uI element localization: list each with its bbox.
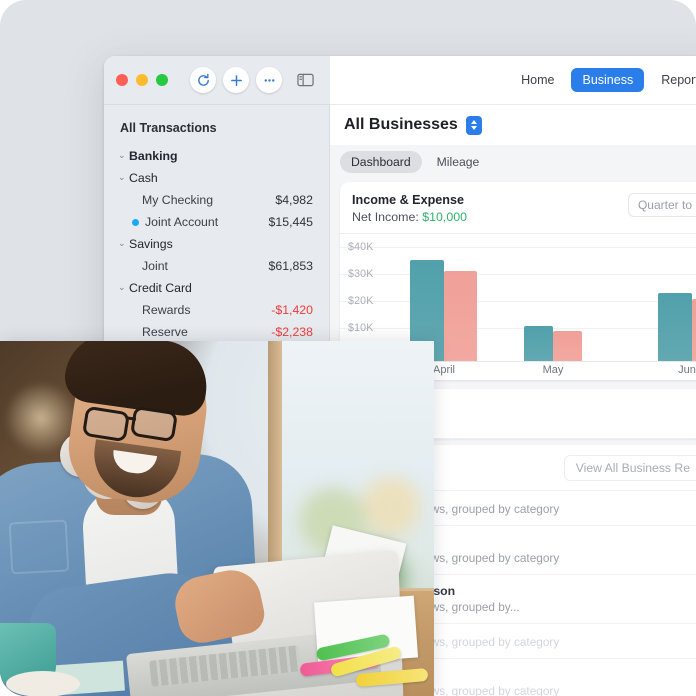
sidebar-item-label: Cash <box>129 171 158 185</box>
screenshot-canvas: Home Business Reports All Transactions ⌄… <box>0 0 696 696</box>
chevron-down-icon: ⌄ <box>118 281 126 292</box>
gridline <box>340 247 696 248</box>
sidebar-item-label: Joint Account <box>145 215 219 229</box>
sidebar-group-credit-card[interactable]: ⌄ Credit Card <box>104 277 329 299</box>
chart-card-header: Income & Expense Net Income: $10,000 Qua… <box>340 182 696 234</box>
bar-expense-june[interactable] <box>692 299 696 362</box>
x-tick-label-june: June <box>678 364 696 376</box>
sidebar-item-my-checking[interactable]: My Checking $4,982 <box>104 189 329 211</box>
chevron-down-icon: ⌄ <box>118 149 126 160</box>
nav-item-business[interactable]: Business <box>571 68 645 92</box>
x-tick-label-may: May <box>542 364 564 376</box>
view-all-business-reports-button[interactable]: View All Business Re <box>563 455 696 481</box>
nav-item-reports[interactable]: Reports <box>650 68 696 92</box>
y-tick-label: $40K <box>348 241 374 253</box>
y-tick-label: $30K <box>348 268 374 280</box>
sidebar-item-amount: $15,445 <box>268 215 313 229</box>
business-selector-label: All Businesses <box>344 116 458 133</box>
x-tick-label-april: April <box>432 364 456 376</box>
stepper-icon[interactable] <box>465 115 482 135</box>
sidebar-item-amount: $4,982 <box>275 193 313 207</box>
sidebar-item-label: Joint <box>142 259 168 273</box>
sidebar-item-joint-account[interactable]: Joint Account $15,445 <box>104 211 329 233</box>
net-income-line: Net Income: $10,000 <box>352 210 467 224</box>
sidebar-group-banking[interactable]: ⌄ Banking <box>104 145 329 167</box>
sidebar-item-amount: -$1,420 <box>271 303 313 317</box>
titlebar-right-region: Home Business Reports <box>330 56 696 105</box>
ellipsis-icon <box>264 78 274 82</box>
sidebar-title: All Transactions <box>120 121 217 135</box>
more-options-button[interactable] <box>256 67 282 93</box>
toolbar-buttons <box>190 67 282 93</box>
close-window-button[interactable] <box>116 74 128 86</box>
sidebar-item-amount: -$2,238 <box>271 325 313 339</box>
sidebar-item-label: My Checking <box>142 193 214 207</box>
titlebar-left-region <box>104 56 330 105</box>
refresh-icon <box>197 73 209 86</box>
bar-income-june[interactable] <box>658 293 692 362</box>
gridline <box>340 328 696 329</box>
gridline <box>340 301 696 302</box>
sidebar-item-label: Reserve <box>142 325 188 339</box>
y-tick-label: $10K <box>348 322 374 334</box>
sidebar-item-amount: $61,853 <box>268 259 313 273</box>
card-title: Income & Expense <box>352 193 464 207</box>
sidebar-item-reserve[interactable]: Reserve -$2,238 <box>104 321 329 343</box>
net-income-value: $10,000 <box>422 210 468 224</box>
gridline <box>340 274 696 275</box>
lifestyle-photo <box>0 341 434 696</box>
business-header: All Businesses <box>330 105 696 145</box>
bar-expense-april[interactable] <box>444 271 477 362</box>
sidebar-item-label: Rewards <box>142 303 191 317</box>
minimize-window-button[interactable] <box>136 74 148 86</box>
refresh-button[interactable] <box>190 67 216 93</box>
top-navigation: Home Business Reports <box>510 68 696 92</box>
sub-tabs: Dashboard Mileage <box>330 145 696 178</box>
sidebar-toggle-icon <box>296 73 314 87</box>
sidebar-item-label: Savings <box>129 237 173 251</box>
sidebar-toggle-button[interactable] <box>294 69 316 91</box>
tab-mileage[interactable]: Mileage <box>426 151 491 173</box>
tab-dashboard[interactable]: Dashboard <box>340 150 422 173</box>
business-selector[interactable]: All Businesses <box>340 112 489 138</box>
sidebar-item-rewards[interactable]: Rewards -$1,420 <box>104 299 329 321</box>
chevron-down-icon: ⌄ <box>118 171 126 182</box>
sidebar-item-label: Credit Card <box>129 281 192 295</box>
window-titlebar: Home Business Reports <box>104 56 696 105</box>
net-income-label: Net Income: <box>352 210 423 224</box>
chevron-down-icon: ⌄ <box>118 237 126 248</box>
sidebar-item-joint[interactable]: Joint $61,853 <box>104 255 329 277</box>
photo-saucer <box>6 671 80 696</box>
sidebar-group-cash[interactable]: ⌄ Cash <box>104 167 329 189</box>
nav-item-home[interactable]: Home <box>510 68 565 92</box>
y-tick-label: $20K <box>348 295 374 307</box>
maximize-window-button[interactable] <box>156 74 168 86</box>
status-dot-icon <box>132 218 139 226</box>
window-controls[interactable] <box>116 74 168 86</box>
sidebar-item-label: Banking <box>129 149 178 163</box>
date-range-selector[interactable]: Quarter to <box>627 193 696 217</box>
bar-income-may[interactable] <box>524 326 553 362</box>
add-button[interactable] <box>223 67 249 93</box>
bar-expense-may[interactable] <box>553 331 582 362</box>
chart-card-titles: Income & Expense Net Income: $10,000 <box>352 193 467 224</box>
sidebar-group-savings[interactable]: ⌄ Savings <box>104 233 329 255</box>
plus-icon <box>230 74 242 86</box>
